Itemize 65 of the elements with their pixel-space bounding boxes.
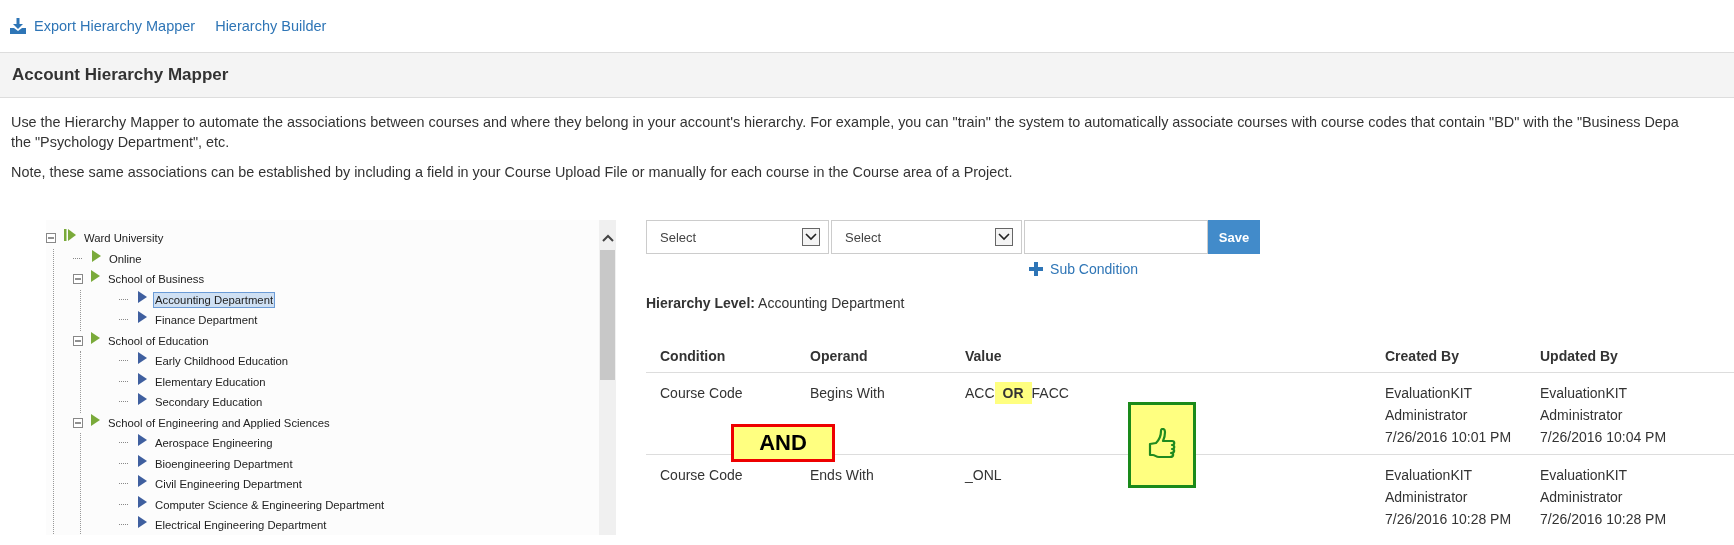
collapse-toggle-icon[interactable] [73,417,83,428]
triangle-icon [91,270,100,283]
save-button[interactable]: Save [1208,220,1260,254]
plus-icon [1029,262,1044,276]
triangle-icon [138,475,147,488]
description-text: Use the Hierarchy Mapper to automate the associations between courses and where they belong in your account's hierarchy. For example, you can "train" the system to automatically associate courses with course codes that contain "BD" with the "Business Depa [11,113,1679,132]
table-cell: EvaluationKIT Administrator 7/26/2016 10:01 PM [1371,372,1526,455]
scrollbar-thumb[interactable] [600,250,615,380]
tree-item[interactable]: Early Childhood Education [153,353,291,370]
description-text: the "Psychology Department", etc. [11,133,230,152]
tree-item[interactable]: Civil Engineering Department [153,476,304,493]
column-header: Created By [1371,336,1526,373]
value-text: FACC [1031,385,1069,401]
tree-item[interactable]: Aerospace Engineering [153,435,275,452]
column-header: Operand [796,336,951,373]
annotation-callout: AND [731,424,835,462]
triangle-icon [138,454,147,467]
triangle-icon [138,311,147,324]
highlighted-text: OR [994,382,1032,404]
tree-item[interactable]: Secondary Education [153,394,265,411]
triangle-icon [138,393,147,406]
triangle-icon [138,495,147,508]
nav-link[interactable]: Hierarchy Builder [215,18,327,34]
table-cell: EvaluationKIT Administrator 7/26/2016 10:04 PM [1526,372,1734,455]
tree-item[interactable]: School of Business [106,271,207,288]
play-icon [64,229,76,242]
column-header: Condition [646,336,796,373]
nav-link[interactable]: Export Hierarchy Mapper [10,18,196,34]
collapse-toggle-icon[interactable] [46,233,56,244]
triangle-icon [138,516,147,529]
column-header: Updated By [1526,336,1734,373]
scrollbar[interactable] [599,220,616,535]
value-text: _ONL [965,467,1002,483]
tree-item[interactable]: Elementary Education [153,373,268,390]
hierarchy-level-text: Hierarchy Level: Accounting Department [646,295,906,311]
value-text: ACC [965,385,995,401]
triangle-icon [91,413,100,426]
tree-item[interactable]: School of Engineering and Applied Sciences [106,414,332,431]
sub-condition-link[interactable]: Sub Condition [1029,261,1138,277]
tree-item[interactable]: Computer Science & Engineering Department [153,496,387,513]
triangle-icon [138,434,147,447]
triangle-icon [138,290,147,303]
tree-item[interactable]: Ward University [82,230,166,247]
tree-item[interactable]: Electrical Engineering Department [153,517,329,534]
triangle-icon [138,352,147,365]
tree-item[interactable]: Accounting Department [153,291,276,308]
select-dropdown[interactable]: Select [831,220,1022,254]
table-cell: EvaluationKIT Administrator 7/26/2016 10:28 PM [1371,454,1526,536]
select-dropdown[interactable]: Select [646,220,829,254]
triangle-icon [91,331,100,344]
collapse-toggle-icon[interactable] [73,335,83,346]
tree-item[interactable]: School of Education [106,332,211,349]
triangle-icon [92,249,101,262]
value-input[interactable] [1024,220,1208,254]
scroll-up-icon[interactable] [601,234,614,242]
triangle-icon [138,372,147,385]
page-title: Account Hierarchy Mapper [12,65,229,85]
collapse-toggle-icon[interactable] [73,274,83,285]
column-header: Value [951,336,1371,373]
tree-item[interactable]: Bioengineering Department [153,455,295,472]
note-text: Note, these same associations can be established by including a field in your Course Upload File or manually for each course in the Course area of a Project. [11,163,1014,182]
tree-item[interactable]: Finance Department [153,312,260,329]
table-cell: EvaluationKIT Administrator 7/26/2016 10:28 PM [1526,454,1734,536]
tree-item[interactable]: Online [107,250,144,267]
download-icon [10,18,26,34]
